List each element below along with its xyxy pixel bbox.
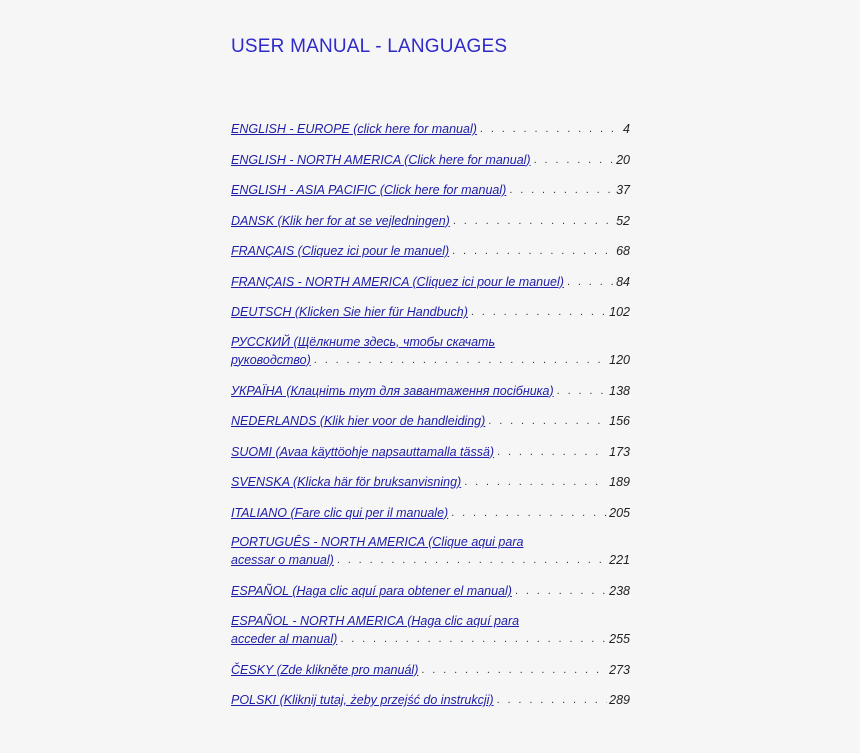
toc-entry-ukrainian: УКРАЇНА (Клацніть тут для завантаження п… [231,382,630,400]
dot-leader [497,691,608,709]
toc-entry-nederlands: NEDERLANDS (Klik hier voor de handleidin… [231,412,630,430]
toc-entry-espanol: ESPAÑOL (Haga clic aquí para obtener el … [231,582,630,600]
toc-link[interactable]: SUOMI (Avaa käyttöohje napsauttamalla tä… [231,443,494,461]
toc-link[interactable]: DANSK (Klik her for at se vejledningen) [231,212,450,230]
page-number: 289 [609,693,630,707]
dot-leader [509,181,614,199]
page-number: 120 [609,352,630,367]
dot-leader [488,412,607,430]
page-number: 68 [616,244,630,258]
toc-entry-cesky: ČESKY (Zde klikněte pro manuál) 273 [231,661,630,679]
toc-link[interactable]: ENGLISH - ASIA PACIFIC (Click here for m… [231,181,506,199]
page-number: 20 [616,152,630,167]
toc-entry-english-asia-pacific: ENGLISH - ASIA PACIFIC (Click here for m… [231,181,630,199]
page-number: 273 [609,662,630,677]
page-number: 102 [609,305,630,319]
toc-entry-francais: FRANÇAIS (Cliquez ici pour le manuel) 68 [231,242,630,260]
toc-link-line2[interactable]: acessar o manual) [231,551,334,569]
toc-entry-italiano: ITALIANO (Fare clic qui per il manuale) … [231,504,630,522]
toc-entry-dansk: DANSK (Klik her for at se vejledningen) … [231,212,630,230]
toc-entry-english-europe: ENGLISH - EUROPE (click here for manual)… [231,120,630,138]
toc-link[interactable]: DEUTSCH (Klicken Sie hier für Handbuch) [231,303,468,321]
toc-link[interactable]: POLSKI (Kliknij tutaj, żeby przejść do i… [231,691,494,709]
toc-link-line2[interactable]: руководство) [231,351,311,369]
dot-leader [534,151,614,169]
toc-entry-svenska: SVENSKA (Klicka här för bruksanvisning) … [231,473,630,491]
toc-link[interactable]: NEDERLANDS (Klik hier voor de handleidin… [231,412,485,430]
toc-link[interactable]: УКРАЇНА (Клацніть тут для завантаження п… [231,382,554,400]
toc-entry-russian: РУССКИЙ (Щёлкните здесь, чтобы скачать р… [231,334,630,369]
dot-leader [337,551,607,569]
dot-leader [567,273,614,291]
dot-leader [480,120,621,138]
toc-entry-deutsch: DEUTSCH (Klicken Sie hier für Handbuch) … [231,303,630,321]
toc-link[interactable]: ČESKY (Zde klikněte pro manuál) [231,661,418,679]
dot-leader [471,303,607,321]
toc-link-line2[interactable]: acceder al manual) [231,630,337,648]
toc-entry-francais-north-america: FRANÇAIS - NORTH AMERICA (Cliquez ici po… [231,273,630,291]
dot-leader [452,242,614,260]
toc-link[interactable]: FRANÇAIS - NORTH AMERICA (Cliquez ici po… [231,273,564,291]
dot-leader [464,473,607,491]
page-number: 52 [616,213,630,228]
toc-link[interactable]: ESPAÑOL (Haga clic aquí para obtener el … [231,582,512,600]
page-number: 4 [623,122,630,136]
toc-link[interactable]: ENGLISH - EUROPE (click here for manual) [231,120,477,138]
page-number: 238 [609,584,630,598]
toc-entry-english-north-america: ENGLISH - NORTH AMERICA (Click here for … [231,151,630,169]
toc-link[interactable]: FRANÇAIS (Cliquez ici pour le manuel) [231,242,449,260]
page-number: 138 [609,383,630,398]
page-number: 221 [609,553,630,567]
page-number: 37 [616,183,630,197]
page-number: 189 [609,475,630,489]
dot-leader [340,630,607,648]
dot-leader [314,351,607,369]
toc-link[interactable]: ITALIANO (Fare clic qui per il manuale) [231,504,448,522]
toc-entry-suomi: SUOMI (Avaa käyttöohje napsauttamalla tä… [231,443,630,461]
dot-leader [497,443,607,461]
dot-leader [453,212,614,230]
page-number: 205 [609,505,630,520]
toc-link[interactable]: ENGLISH - NORTH AMERICA (Click here for … [231,151,531,169]
page-number: 255 [609,631,630,646]
toc-link-line1[interactable]: PORTUGUÊS - NORTH AMERICA (Clique aqui p… [231,534,630,551]
dot-leader [451,504,607,522]
toc-link[interactable]: SVENSKA (Klicka här för bruksanvisning) [231,473,461,491]
toc-entry-espanol-north-america: ESPAÑOL - NORTH AMERICA (Haga clic aquí … [231,613,630,648]
dot-leader [515,582,607,600]
toc-entry-portugues-north-america: PORTUGUÊS - NORTH AMERICA (Clique aqui p… [231,534,630,569]
dot-leader [557,382,607,400]
toc-entry-polski: POLSKI (Kliknij tutaj, żeby przejść do i… [231,691,630,709]
page-title: USER MANUAL - LANGUAGES [231,36,508,57]
toc-link-line1[interactable]: ESPAÑOL - NORTH AMERICA (Haga clic aquí … [231,613,630,630]
document-page: USER MANUAL - LANGUAGES ENGLISH - EUROPE… [0,0,860,753]
page-number: 173 [609,444,630,459]
page-number: 156 [609,414,630,428]
table-of-contents: ENGLISH - EUROPE (click here for manual)… [231,120,630,722]
page-number: 84 [616,274,630,289]
toc-link-line1[interactable]: РУССКИЙ (Щёлкните здесь, чтобы скачать [231,334,630,351]
dot-leader [421,661,607,679]
